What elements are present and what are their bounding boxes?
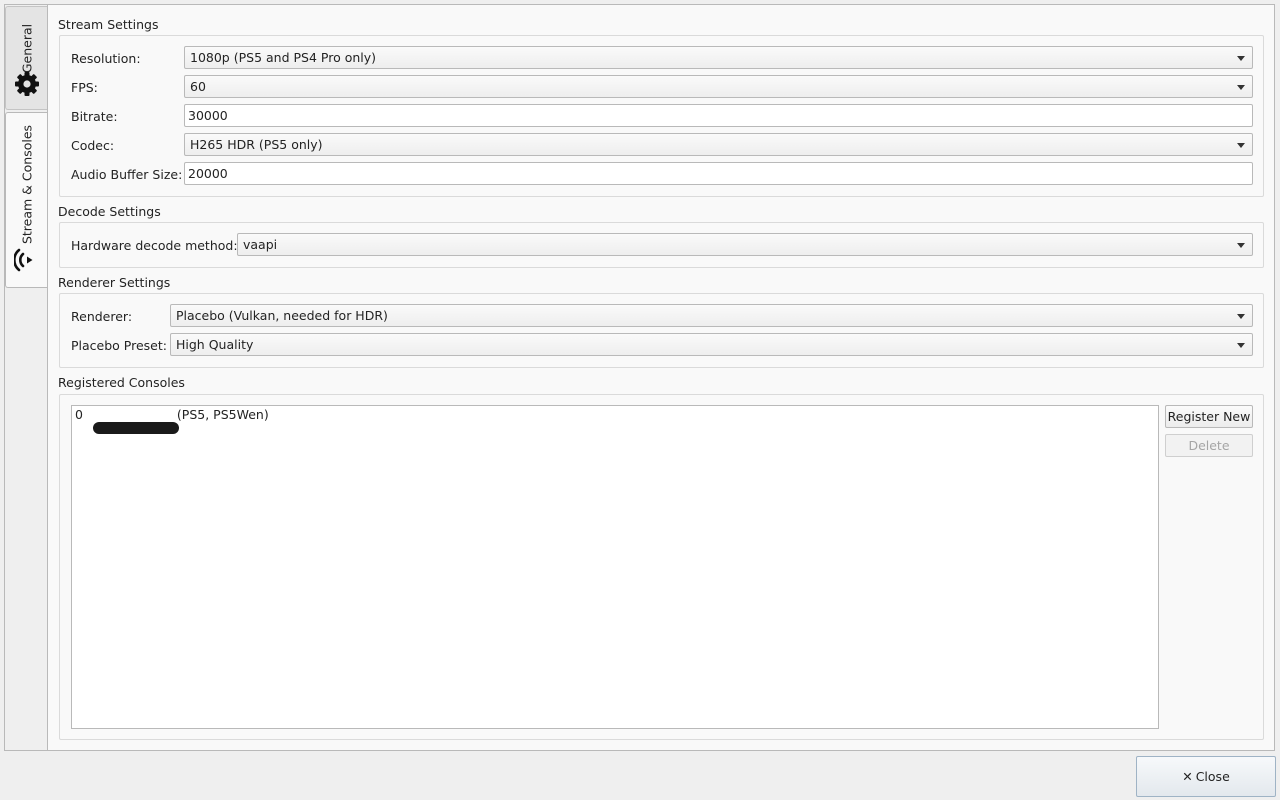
fps-select[interactable]: 60 xyxy=(184,75,1253,98)
tab-stream-consoles[interactable]: Stream & Consoles xyxy=(5,112,47,288)
codec-value: H265 HDR (PS5 only) xyxy=(190,137,323,152)
decode-settings-group: Hardware decode method: vaapi xyxy=(59,222,1264,268)
resolution-value: 1080p (PS5 and PS4 Pro only) xyxy=(190,50,377,65)
chevron-down-icon xyxy=(1237,314,1245,319)
decode-settings-title: Decode Settings xyxy=(58,204,161,219)
renderer-select[interactable]: Placebo (Vulkan, needed for HDR) xyxy=(170,304,1253,327)
gear-icon xyxy=(15,72,39,96)
delete-button[interactable]: Delete xyxy=(1165,434,1253,457)
fps-value: 60 xyxy=(190,79,206,94)
renderer-label: Renderer: xyxy=(71,309,133,324)
tab-general-label: General xyxy=(19,23,34,74)
bitrate-label: Bitrate: xyxy=(71,109,118,124)
register-new-button[interactable]: Register New xyxy=(1165,405,1253,428)
hw-decode-label: Hardware decode method: xyxy=(71,238,238,253)
hw-decode-select[interactable]: vaapi xyxy=(237,233,1253,256)
renderer-settings-title: Renderer Settings xyxy=(58,275,171,290)
registered-consoles-title: Registered Consoles xyxy=(58,375,185,390)
preset-value: High Quality xyxy=(176,337,254,352)
tab-general[interactable]: General xyxy=(5,6,47,110)
hw-decode-value: vaapi xyxy=(243,237,278,252)
audio-buffer-label: Audio Buffer Size: xyxy=(71,167,183,182)
resolution-select[interactable]: 1080p (PS5 and PS4 Pro only) xyxy=(184,46,1253,69)
fps-label: FPS: xyxy=(71,80,98,95)
console-description: (PS5, PS5Wen) xyxy=(172,407,269,422)
tab-stream-consoles-label: Stream & Consoles xyxy=(19,124,34,245)
registered-consoles-group: 0 (PS5, PS5Wen) Register New Delete xyxy=(59,394,1264,740)
list-item[interactable]: 0 (PS5, PS5Wen) xyxy=(75,407,269,434)
console-id-prefix: 0 xyxy=(75,407,83,422)
close-icon: ✕ xyxy=(1182,769,1193,784)
chevron-down-icon xyxy=(1237,56,1245,61)
codec-label: Codec: xyxy=(71,138,115,153)
resolution-label: Resolution: xyxy=(71,51,141,66)
renderer-value: Placebo (Vulkan, needed for HDR) xyxy=(176,308,388,323)
codec-select[interactable]: H265 HDR (PS5 only) xyxy=(184,133,1253,156)
preset-select[interactable]: High Quality xyxy=(170,333,1253,356)
close-button-label: Close xyxy=(1195,769,1230,784)
audio-buffer-input[interactable]: 20000 xyxy=(184,162,1253,185)
stream-consoles-page: Stream Settings Resolution: 1080p (PS5 a… xyxy=(47,5,1274,750)
chevron-down-icon xyxy=(1237,143,1245,148)
preset-label: Placebo Preset: xyxy=(71,338,167,353)
bitrate-input[interactable]: 30000 xyxy=(184,104,1253,127)
wireless-signal-icon xyxy=(14,248,33,272)
stream-settings-group: Resolution: 1080p (PS5 and PS4 Pro only)… xyxy=(59,35,1264,197)
chevron-down-icon xyxy=(1237,243,1245,248)
consoles-list[interactable]: 0 (PS5, PS5Wen) xyxy=(71,405,1159,729)
close-button[interactable]: ✕ Close xyxy=(1136,756,1276,797)
stream-settings-title: Stream Settings xyxy=(58,17,159,32)
renderer-settings-group: Renderer: Placebo (Vulkan, needed for HD… xyxy=(59,293,1264,368)
chevron-down-icon xyxy=(1237,343,1245,348)
chevron-down-icon xyxy=(1237,85,1245,90)
